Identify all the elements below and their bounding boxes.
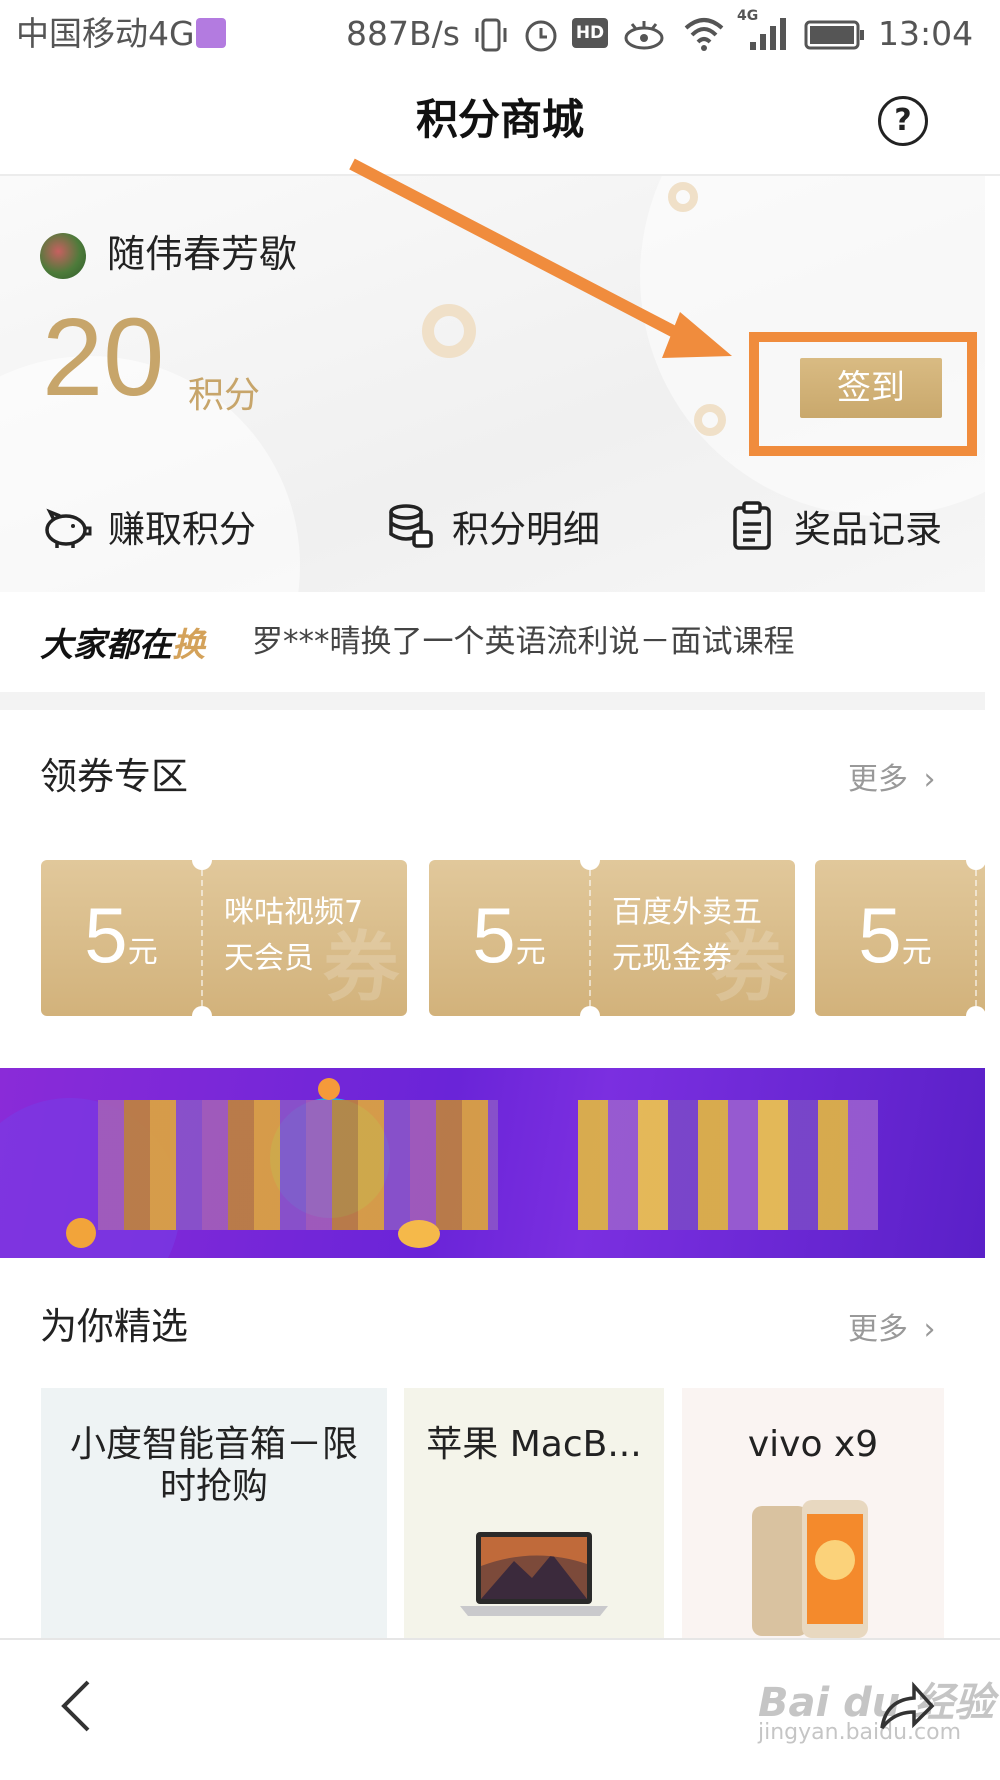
annotation-arrow-shaft xyxy=(349,158,693,346)
annotation-overlay xyxy=(349,158,732,358)
annotation-arrow-head xyxy=(662,312,732,358)
annotation-highlight-box xyxy=(749,332,977,456)
